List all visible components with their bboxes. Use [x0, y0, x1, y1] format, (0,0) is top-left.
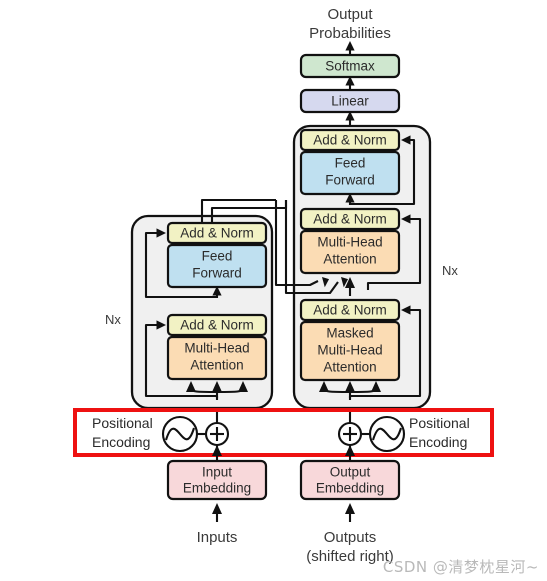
diagram-canvas: Output Probabilities Softmax Linear Nx A…: [73, 6, 494, 565]
positional-encoding-right-line1: Positional: [409, 415, 470, 431]
decoder-masked-mha-line3: Attention: [323, 360, 376, 375]
encoder-add-norm-top: Add & Norm: [166, 221, 268, 245]
decoder-add-norm-middle-label: Add & Norm: [313, 212, 387, 227]
encoder-add-norm-top-label: Add & Norm: [180, 226, 254, 241]
decoder-add-norm-bottom-label: Add & Norm: [313, 303, 387, 318]
linear-label: Linear: [331, 94, 369, 109]
input-embedding-line1: Input: [202, 465, 232, 480]
decoder-feed-forward-line2: Forward: [325, 173, 375, 188]
output-embedding-line1: Output: [330, 465, 371, 480]
decoder-mha-line2: Attention: [323, 252, 376, 267]
encoder-add-norm-bottom-label: Add & Norm: [180, 318, 254, 333]
decoder-masked-mha-line1: Masked: [326, 326, 373, 341]
outputs-label-line1: Outputs: [324, 529, 377, 546]
decoder-repeat-label: Nx: [442, 263, 458, 278]
input-embedding-block: Input Embedding: [166, 459, 268, 501]
decoder-add-norm-middle: Add & Norm: [299, 207, 401, 231]
output-probabilities-line1: Output: [327, 6, 373, 23]
positional-encoding-add-right: [337, 421, 363, 447]
encoder-add-norm-bottom: Add & Norm: [166, 313, 268, 337]
inputs-label: Inputs: [197, 529, 238, 546]
wire-embedding-to-plus-left: [212, 445, 222, 462]
positional-encoding-sine-icon-right: [368, 415, 406, 453]
decoder-add-norm-top-label: Add & Norm: [313, 133, 387, 148]
decoder-mha-line1: Multi-Head: [317, 235, 382, 250]
positional-encoding-left-line2: Encoding: [92, 434, 150, 450]
positional-encoding-sine-icon-left: [161, 415, 199, 453]
encoder-multi-head-attention: Multi-Head Attention: [166, 335, 268, 381]
decoder-masked-mha-line2: Multi-Head: [317, 343, 382, 358]
decoder-feed-forward: Feed Forward: [299, 150, 401, 196]
encoder-feed-forward-line2: Forward: [192, 266, 242, 281]
positional-encoding-add-left: [204, 421, 230, 447]
encoder-feed-forward: Feed Forward: [166, 243, 268, 289]
output-probabilities-line2: Probabilities: [309, 25, 391, 42]
outputs-label-line2: (shifted right): [306, 548, 394, 565]
decoder-multi-head-attention: Multi-Head Attention: [299, 229, 401, 275]
softmax-label: Softmax: [325, 59, 375, 74]
wire-inputs-to-input-embedding: [212, 503, 222, 522]
transformer-architecture-figure: Output Probabilities Softmax Linear Nx A…: [0, 0, 547, 581]
decoder-add-norm-top: Add & Norm: [299, 128, 401, 152]
wire-outputs-to-output-embedding: [345, 503, 355, 522]
output-embedding-line2: Embedding: [316, 481, 384, 496]
output-embedding-block: Output Embedding: [299, 459, 401, 501]
decoder-feed-forward-line1: Feed: [335, 156, 366, 171]
wire-embedding-to-plus-right: [345, 445, 355, 462]
linear-block: Linear: [299, 88, 401, 114]
input-embedding-line2: Embedding: [183, 481, 251, 496]
encoder-repeat-label: Nx: [105, 312, 121, 327]
csdn-watermark: CSDN @清梦枕星河~: [382, 558, 539, 576]
encoder-mha-line1: Multi-Head: [184, 341, 249, 356]
decoder-add-norm-bottom: Add & Norm: [299, 298, 401, 322]
wire-pe-risers: [215, 412, 352, 455]
encoder-feed-forward-line1: Feed: [202, 249, 233, 264]
encoder-mha-line2: Attention: [190, 358, 243, 373]
positional-encoding-right-line2: Encoding: [409, 434, 467, 450]
decoder-masked-multi-head-attention: Masked Multi-Head Attention: [299, 320, 401, 382]
softmax-block: Softmax: [299, 53, 401, 79]
positional-encoding-left-line1: Positional: [92, 415, 153, 431]
